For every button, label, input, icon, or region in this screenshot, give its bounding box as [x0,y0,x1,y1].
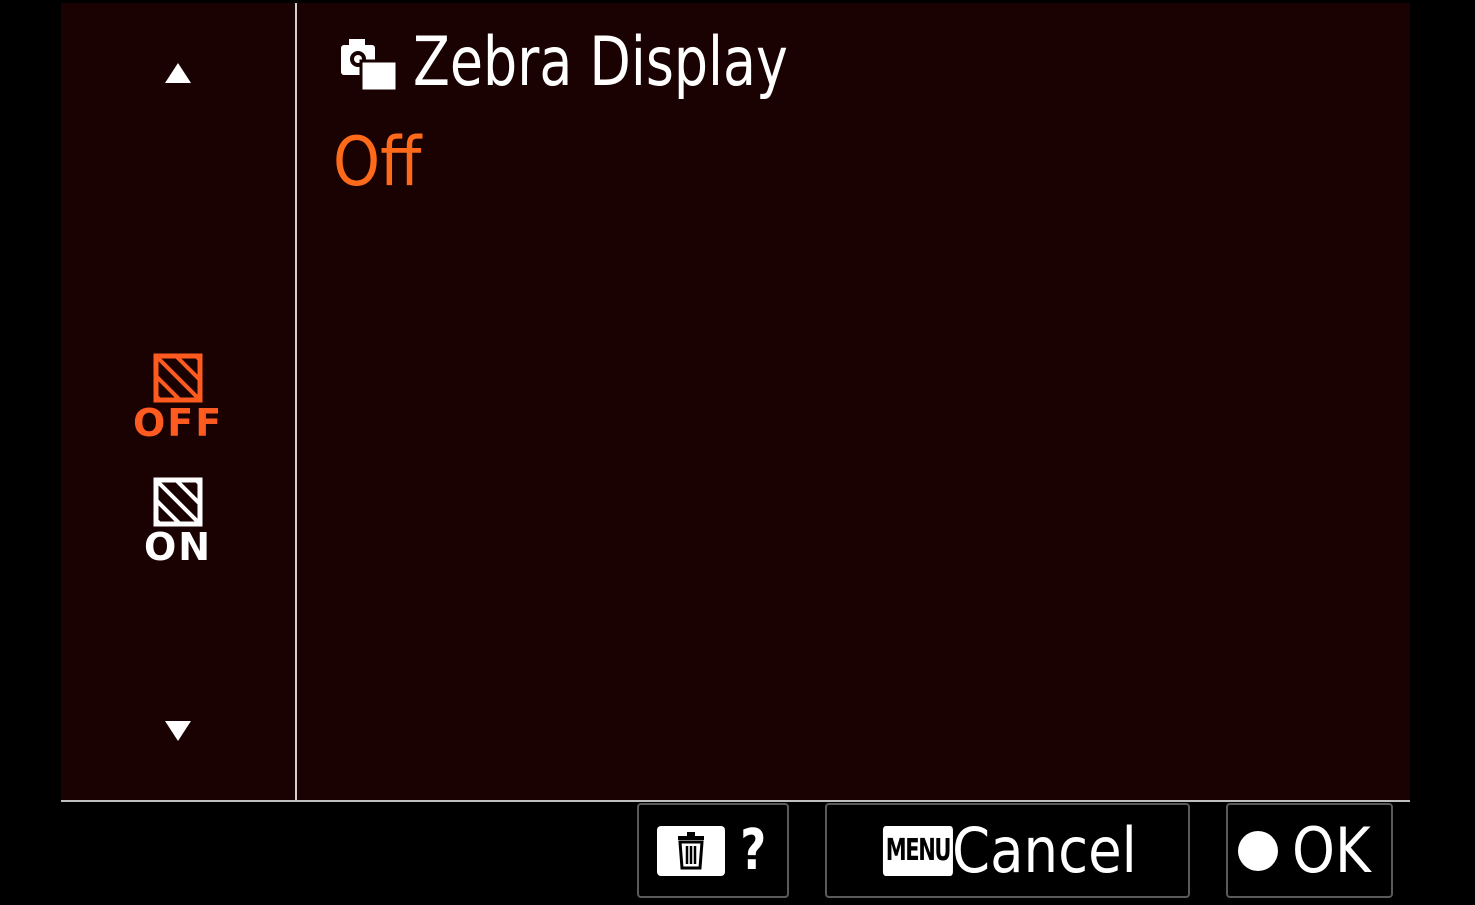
scroll-down-arrow-icon[interactable] [165,721,191,741]
trash-icon [656,825,725,876]
center-button-dot-icon [1237,830,1278,871]
footer-divider [61,800,1410,802]
ok-button[interactable]: OK [1226,803,1393,898]
current-value: Off [333,123,422,202]
help-label: ? [739,818,766,883]
zebra-on-icon [153,477,203,527]
menu-badge: MENU [882,825,953,876]
zebra-off-icon [153,353,203,403]
scroll-up-arrow-icon[interactable] [165,63,191,83]
page-title: Zebra Display [413,23,788,102]
option-zebra-off[interactable]: OFF [133,353,223,443]
cancel-label: Cancel [952,813,1138,887]
delete-help-button[interactable]: ? [637,803,789,898]
ok-label: OK [1291,813,1371,887]
cancel-button[interactable]: MENU Cancel [825,803,1190,898]
settings-panel: OFF ON Zebra Display Off [61,3,1410,800]
option-sidebar: OFF ON [61,3,297,800]
option-on-label: ON [143,525,213,569]
screen-header: Zebra Display [337,23,839,103]
option-off-label: OFF [133,401,224,445]
option-zebra-on[interactable]: ON [133,477,223,567]
camera-custom-icon [341,39,399,93]
